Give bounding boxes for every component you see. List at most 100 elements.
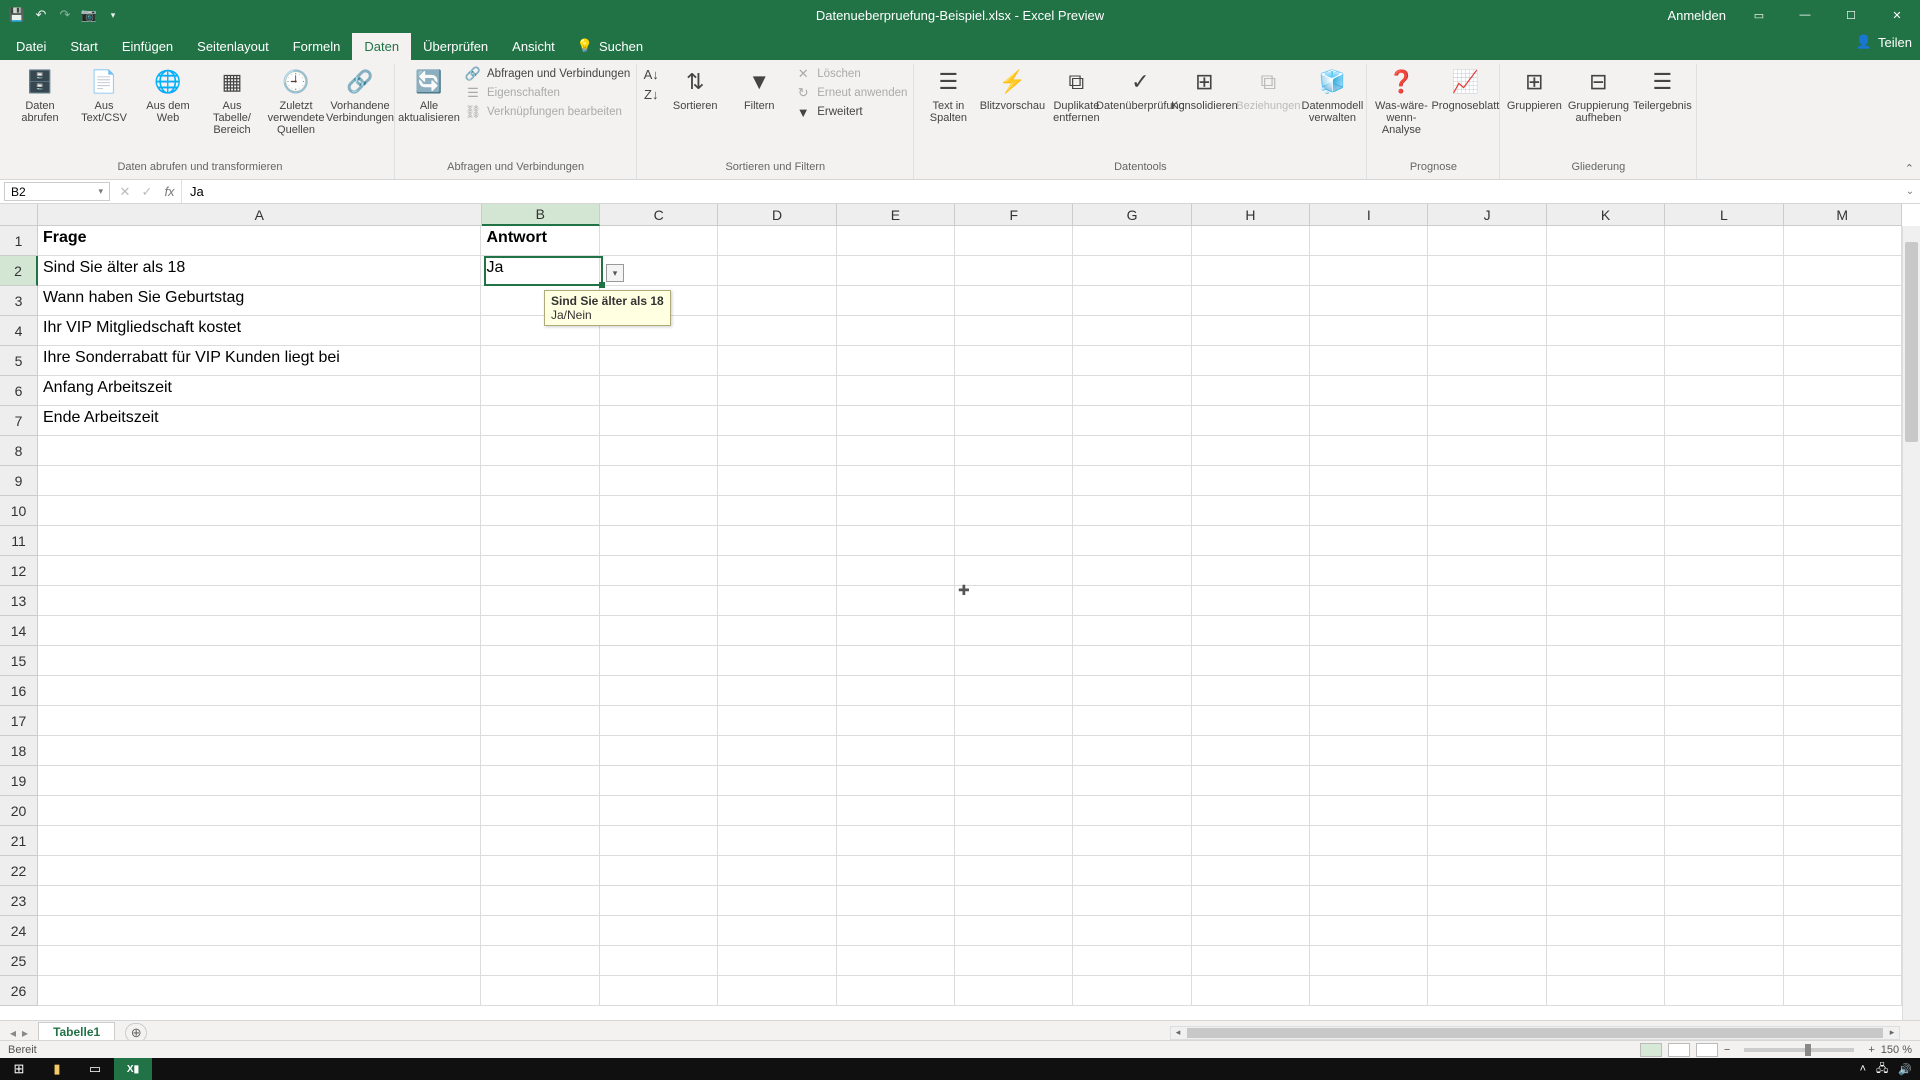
cell-E7[interactable] [837, 406, 955, 436]
cell-A16[interactable] [38, 676, 481, 706]
cell-G14[interactable] [1073, 616, 1191, 646]
cell-J10[interactable] [1428, 496, 1546, 526]
signin-link[interactable]: Anmelden [1667, 8, 1726, 23]
fx-icon[interactable]: fx [158, 180, 182, 203]
cell-L5[interactable] [1665, 346, 1783, 376]
cell-I7[interactable] [1310, 406, 1428, 436]
cell-K19[interactable] [1547, 766, 1665, 796]
cell-C5[interactable] [600, 346, 718, 376]
undo-icon[interactable]: ↶ [32, 6, 50, 24]
row-header-13[interactable]: 13 [0, 586, 38, 616]
cell-E25[interactable] [837, 946, 955, 976]
cell-J7[interactable] [1428, 406, 1546, 436]
cell-I16[interactable] [1310, 676, 1428, 706]
cell-L23[interactable] [1665, 886, 1783, 916]
cell-H3[interactable] [1192, 286, 1310, 316]
cell-L15[interactable] [1665, 646, 1783, 676]
cell-J6[interactable] [1428, 376, 1546, 406]
row-header-9[interactable]: 9 [0, 466, 38, 496]
cell-K23[interactable] [1547, 886, 1665, 916]
cell-F12[interactable] [955, 556, 1073, 586]
cell-M4[interactable] [1784, 316, 1902, 346]
cell-D15[interactable] [718, 646, 836, 676]
cell-E18[interactable] [837, 736, 955, 766]
cell-D2[interactable] [718, 256, 836, 286]
cell-G23[interactable] [1073, 886, 1191, 916]
cell-E12[interactable] [837, 556, 955, 586]
cell-I26[interactable] [1310, 976, 1428, 1006]
cell-A15[interactable] [38, 646, 481, 676]
formula-input[interactable]: Ja [182, 180, 1900, 203]
cell-L6[interactable] [1665, 376, 1783, 406]
cell-I19[interactable] [1310, 766, 1428, 796]
cell-A13[interactable] [38, 586, 481, 616]
cell-M11[interactable] [1784, 526, 1902, 556]
zoom-out-icon[interactable]: − [1724, 1044, 1730, 1056]
cell-E17[interactable] [837, 706, 955, 736]
row-header-1[interactable]: 1 [0, 226, 38, 256]
cell-E14[interactable] [837, 616, 955, 646]
row-header-15[interactable]: 15 [0, 646, 38, 676]
cell-J2[interactable] [1428, 256, 1546, 286]
cell-I6[interactable] [1310, 376, 1428, 406]
zoom-value[interactable]: 150 % [1881, 1044, 1912, 1056]
cell-D8[interactable] [718, 436, 836, 466]
start-button[interactable]: ⊞ [0, 1058, 38, 1080]
row-header-14[interactable]: 14 [0, 616, 38, 646]
cell-J3[interactable] [1428, 286, 1546, 316]
cell-D20[interactable] [718, 796, 836, 826]
cell-F15[interactable] [955, 646, 1073, 676]
cell-G20[interactable] [1073, 796, 1191, 826]
cell-E15[interactable] [837, 646, 955, 676]
cell-A4[interactable]: Ihr VIP Mitgliedschaft kostet [38, 316, 481, 346]
cell-D23[interactable] [718, 886, 836, 916]
from-web-button[interactable]: 🌐Aus dem Web [140, 66, 196, 124]
cell-J4[interactable] [1428, 316, 1546, 346]
cell-D6[interactable] [718, 376, 836, 406]
cell-K1[interactable] [1547, 226, 1665, 256]
row-header-26[interactable]: 26 [0, 976, 38, 1006]
cell-F18[interactable] [955, 736, 1073, 766]
row-header-7[interactable]: 7 [0, 406, 38, 436]
cell-C13[interactable] [600, 586, 718, 616]
sort-asc-button[interactable]: A↓ [643, 66, 659, 82]
horizontal-scrollbar[interactable]: ◂ ▸ [1170, 1026, 1900, 1040]
cell-C21[interactable] [600, 826, 718, 856]
cell-A10[interactable] [38, 496, 481, 526]
cell-C1[interactable] [600, 226, 718, 256]
cell-F2[interactable] [955, 256, 1073, 286]
queries-button[interactable]: 🔗Abfragen und Verbindungen [465, 66, 630, 82]
cell-G10[interactable] [1073, 496, 1191, 526]
tab-start[interactable]: Start [58, 33, 109, 60]
cell-J13[interactable] [1428, 586, 1546, 616]
cell-C19[interactable] [600, 766, 718, 796]
cell-K15[interactable] [1547, 646, 1665, 676]
cell-I4[interactable] [1310, 316, 1428, 346]
cell-H4[interactable] [1192, 316, 1310, 346]
cell-J20[interactable] [1428, 796, 1546, 826]
cell-D17[interactable] [718, 706, 836, 736]
column-header-L[interactable]: L [1665, 204, 1783, 226]
cell-H5[interactable] [1192, 346, 1310, 376]
cell-E1[interactable] [837, 226, 955, 256]
row-header-23[interactable]: 23 [0, 886, 38, 916]
cell-M15[interactable] [1784, 646, 1902, 676]
cell-C15[interactable] [600, 646, 718, 676]
row-header-5[interactable]: 5 [0, 346, 38, 376]
cell-M14[interactable] [1784, 616, 1902, 646]
cell-B16[interactable] [481, 676, 599, 706]
cell-G12[interactable] [1073, 556, 1191, 586]
cell-E8[interactable] [837, 436, 955, 466]
cell-B14[interactable] [481, 616, 599, 646]
maximize-icon[interactable]: ☐ [1828, 0, 1874, 30]
row-header-25[interactable]: 25 [0, 946, 38, 976]
row-header-16[interactable]: 16 [0, 676, 38, 706]
cell-C14[interactable] [600, 616, 718, 646]
cell-J23[interactable] [1428, 886, 1546, 916]
cell-L20[interactable] [1665, 796, 1783, 826]
cell-A25[interactable] [38, 946, 481, 976]
refresh-all-button[interactable]: 🔄Alle aktualisieren [401, 66, 457, 124]
cell-C8[interactable] [600, 436, 718, 466]
cell-I15[interactable] [1310, 646, 1428, 676]
cell-F4[interactable] [955, 316, 1073, 346]
